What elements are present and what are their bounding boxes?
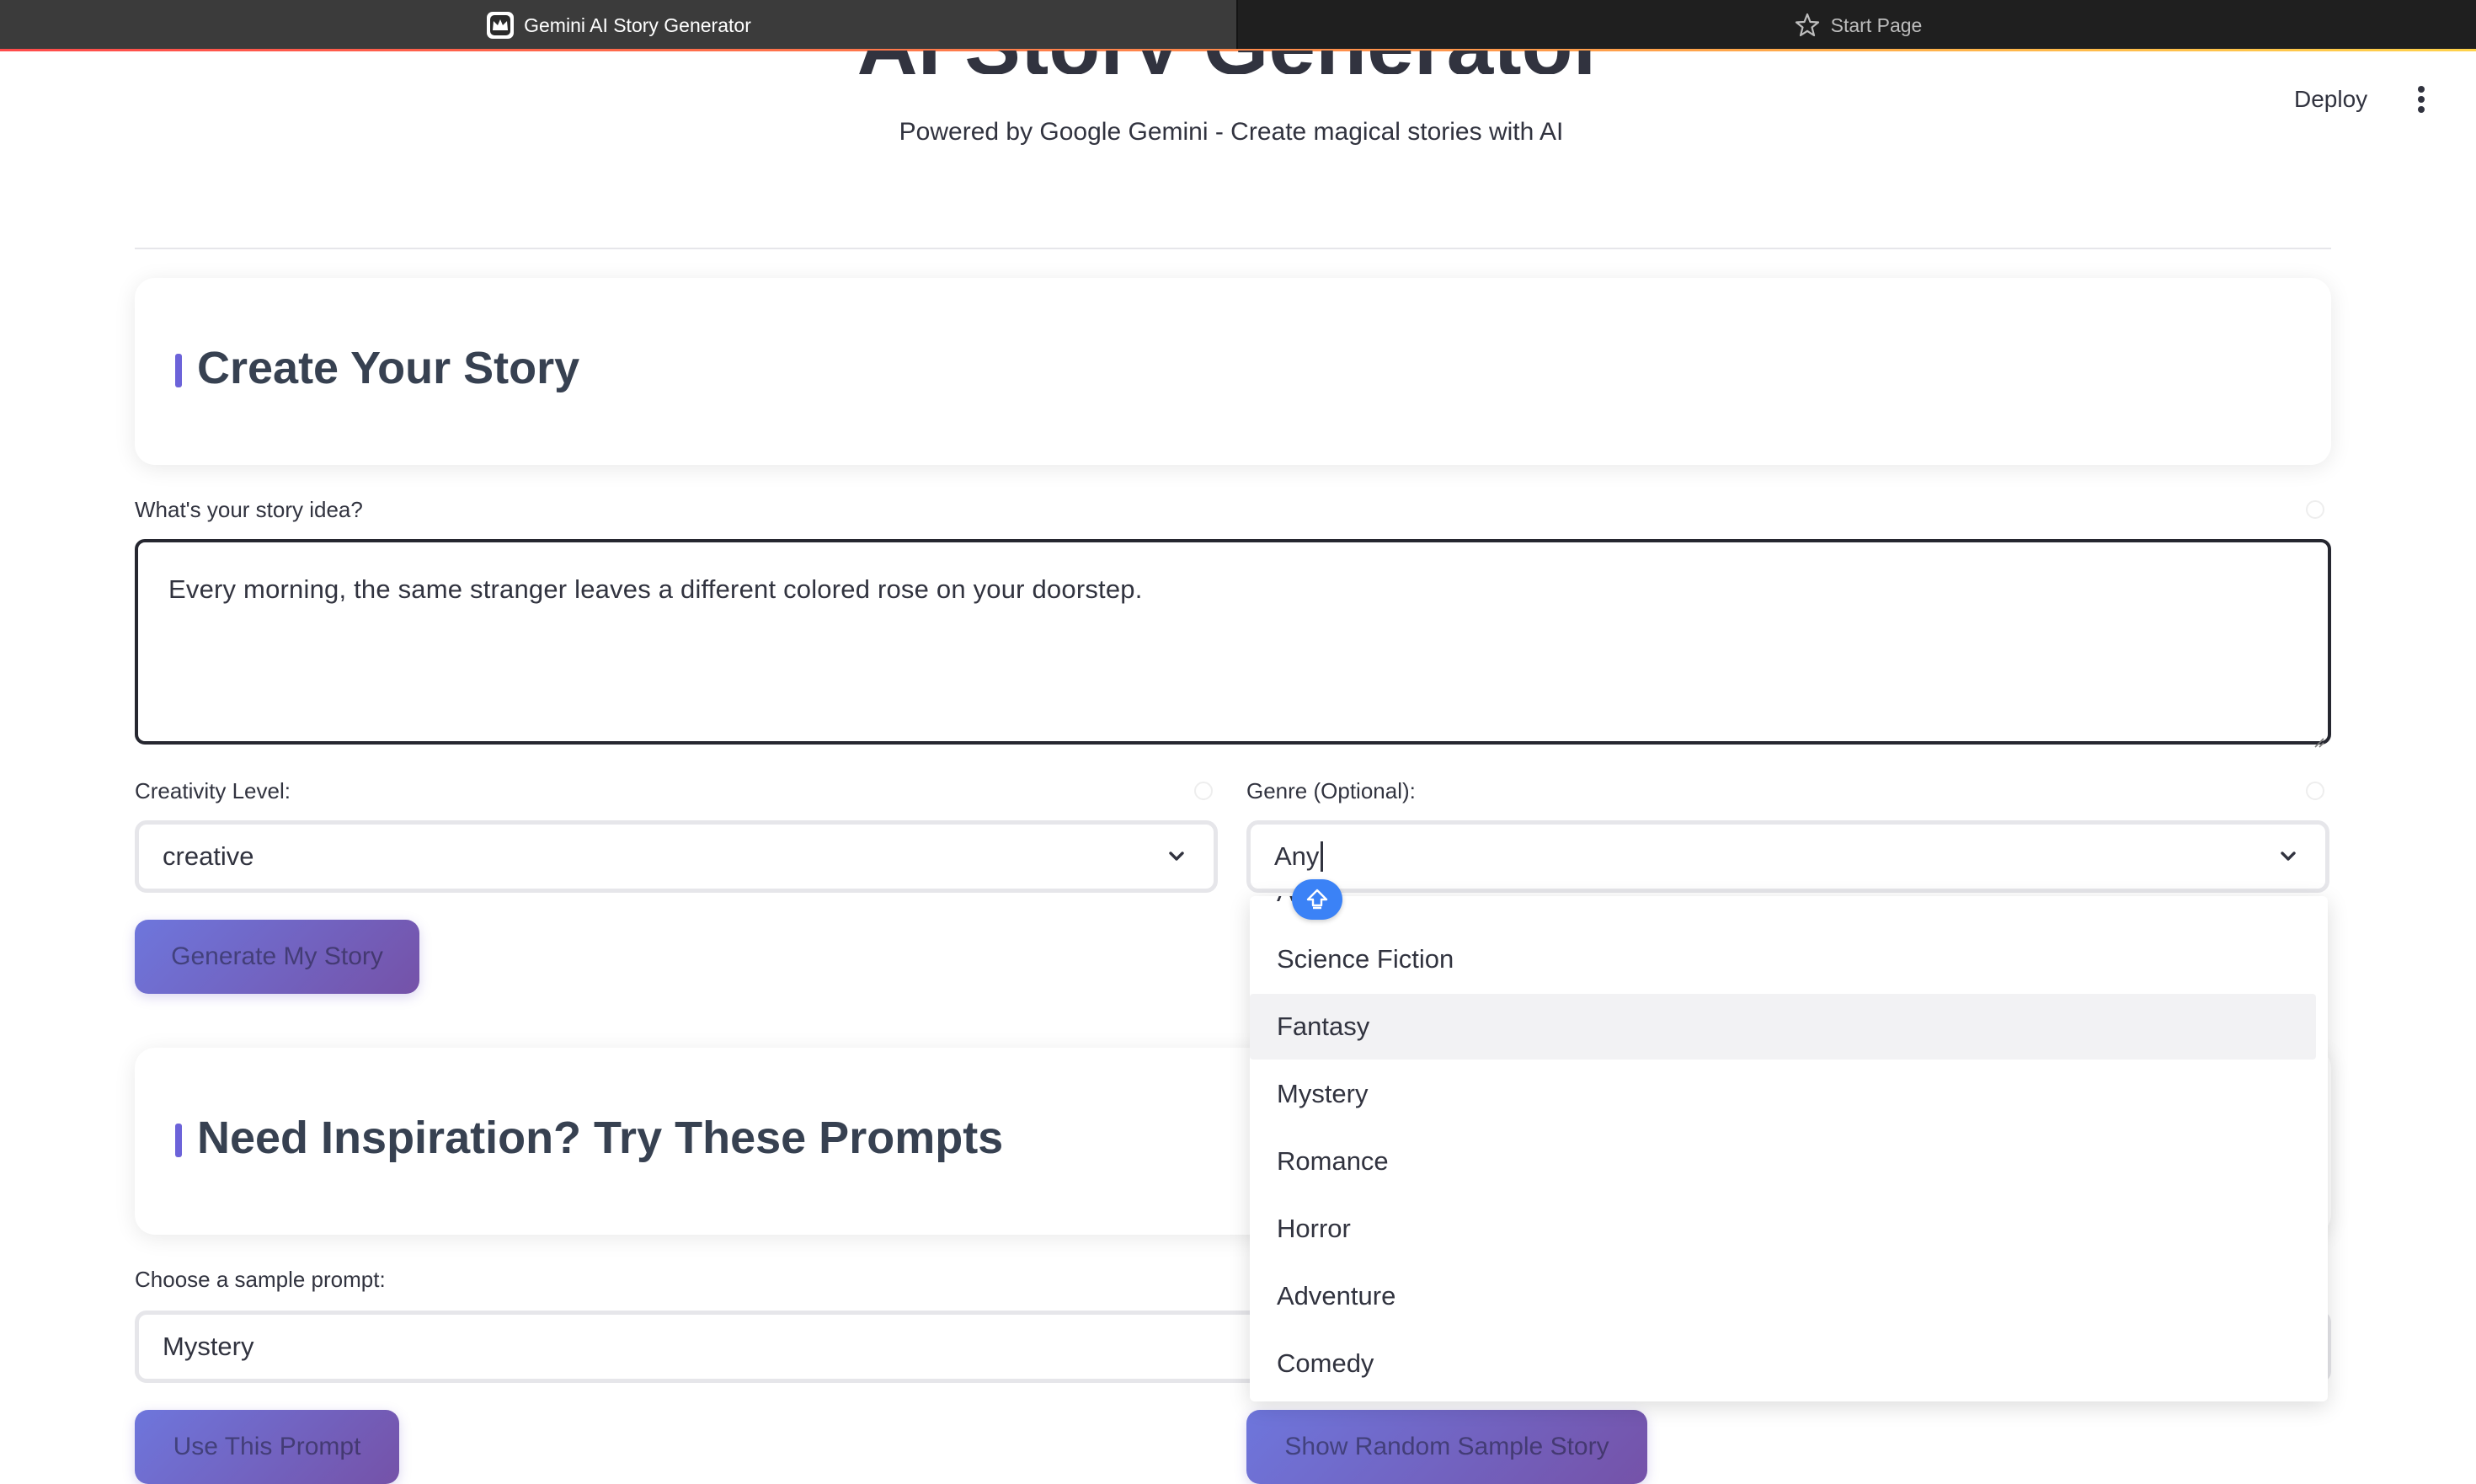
genre-label: Genre (Optional):	[1246, 778, 1416, 803]
use-this-prompt-button[interactable]: Use This Prompt	[135, 1410, 399, 1484]
help-icon[interactable]	[2306, 500, 2324, 519]
help-icon[interactable]	[2306, 782, 2324, 800]
help-icon[interactable]	[1194, 782, 1213, 800]
creativity-value: creative	[163, 841, 254, 871]
tab-gemini-story-generator[interactable]: Gemini AI Story Generator	[0, 0, 1236, 51]
streamlit-crown-icon	[485, 10, 515, 40]
section-divider	[135, 248, 2331, 249]
use-this-prompt-label: Use This Prompt	[173, 1433, 361, 1460]
inspiration-heading: Need Inspiration? Try These Prompts	[197, 1113, 1004, 1163]
dropdown-option-highlighted[interactable]: Fantasy	[1250, 994, 2316, 1060]
text-caret	[1321, 841, 1324, 872]
create-story-heading: Create Your Story	[197, 343, 580, 393]
story-idea-textarea[interactable]: Every morning, the same stranger leaves …	[135, 539, 2331, 748]
generate-story-button[interactable]: Generate My Story	[135, 920, 419, 994]
heading-accent-bar	[175, 354, 182, 387]
show-random-sample-button[interactable]: Show Random Sample Story	[1246, 1410, 1647, 1484]
star-icon	[1792, 10, 1822, 40]
creativity-select[interactable]: creative	[135, 820, 1218, 893]
browser-tab-strip: Gemini AI Story Generator Start Page	[0, 0, 2476, 51]
dropdown-option[interactable]: Comedy	[1250, 1331, 2328, 1396]
dropdown-option[interactable]: Romance	[1250, 1129, 2328, 1194]
genre-value: Any	[1274, 841, 1320, 871]
genre-select[interactable]: Any	[1246, 820, 2329, 893]
heading-accent-bar	[175, 1124, 182, 1157]
dropdown-option[interactable]: Horror	[1250, 1196, 2328, 1262]
creativity-label: Creativity Level:	[135, 778, 291, 803]
tab-label: Start Page	[1830, 13, 1923, 36]
tab-start-page[interactable]: Start Page	[1236, 0, 2476, 51]
chevron-down-icon	[2276, 845, 2300, 868]
deploy-button[interactable]: Deploy	[2284, 81, 2377, 118]
create-story-card: Create Your Story	[135, 278, 2331, 465]
genre-dropdown-menu: A Science Fiction Fantasy Mystery Romanc…	[1250, 896, 2328, 1401]
story-idea-value: Every morning, the same stranger leaves …	[168, 574, 1143, 604]
dropdown-option[interactable]: Mystery	[1250, 1061, 2328, 1127]
generate-story-label: Generate My Story	[171, 942, 383, 970]
chevron-down-icon	[1165, 845, 1188, 868]
resize-handle-icon[interactable]	[2311, 724, 2324, 748]
tab-label: Gemini AI Story Generator	[524, 13, 751, 36]
dropdown-option[interactable]: Science Fiction	[1250, 926, 2328, 992]
show-random-sample-label: Show Random Sample Story	[1284, 1433, 1609, 1460]
shift-key-icon	[1292, 879, 1342, 920]
kebab-menu-icon[interactable]	[2409, 83, 2434, 116]
sample-prompt-label: Choose a sample prompt:	[135, 1267, 386, 1292]
story-idea-label: What's your story idea?	[135, 497, 363, 522]
dropdown-option[interactable]: Adventure	[1250, 1263, 2328, 1329]
page-subtitle: Powered by Google Gemini - Create magica…	[899, 118, 1564, 146]
sample-prompt-value: Mystery	[163, 1332, 254, 1361]
